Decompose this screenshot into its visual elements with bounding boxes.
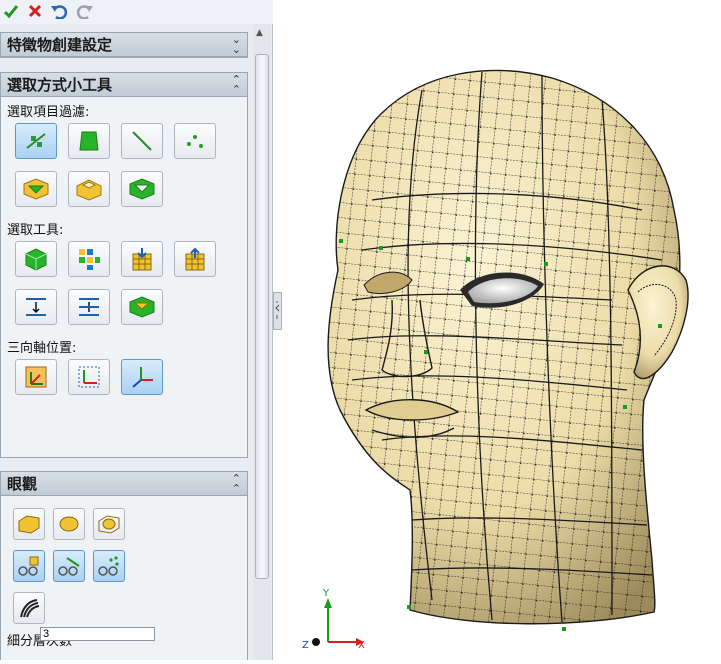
selection-tools-section: 選取方式小工具 ⌃ ⌃ 選取項目過濾: 選取工具: 三向軸位置: (0, 72, 248, 458)
selection-tools-title: 選取方式小工具 (7, 76, 113, 94)
shrink-select-icon (79, 298, 99, 316)
filter-edge-button[interactable] (121, 123, 163, 159)
filter-edge-icon (132, 131, 152, 151)
triad-local-icon (78, 366, 100, 388)
triad-normal-button[interactable] (121, 359, 163, 395)
scroll-up-arrow-icon[interactable]: ▲ (256, 28, 263, 38)
loop-up-icon (185, 247, 205, 271)
glasses-cage-icon (18, 556, 39, 576)
triad-z-label: Z (302, 640, 309, 651)
graphics-viewport[interactable]: Y X Z (282, 0, 721, 660)
box-mode-icon (18, 515, 40, 534)
display-header[interactable]: 眼觀 ⌃ ⌃ (1, 472, 247, 496)
filter-face-icon (79, 131, 99, 151)
view-points-button[interactable] (93, 550, 125, 582)
display-box-button[interactable] (13, 508, 45, 540)
feature-settings-section: 特徵物創建設定 ⌄ ⌄ (0, 32, 248, 58)
glasses-edges-icon (58, 557, 80, 576)
display-both-button[interactable] (93, 508, 125, 540)
panel-toolbar (0, 0, 273, 24)
zebra-stripes-button[interactable] (13, 592, 45, 624)
ring-select-icon (26, 298, 46, 316)
selection-tools-label: 選取工具: (7, 223, 64, 238)
body-face-icon (129, 178, 155, 200)
triad-normal-icon (132, 367, 153, 388)
filter-body-top-button[interactable] (68, 171, 110, 207)
filter-vertex-icon (26, 133, 46, 149)
select-cube-button[interactable] (15, 241, 57, 277)
smooth-mode-icon (59, 516, 79, 532)
select-ring-button[interactable] (15, 289, 57, 325)
reference-triad: Y X Z (302, 588, 365, 651)
redo-button[interactable] (76, 2, 94, 20)
triad-global-icon (25, 366, 47, 388)
select-loop-up-button[interactable] (174, 241, 216, 277)
triad-y-label: Y (322, 588, 330, 599)
cube-select-icon (25, 248, 47, 271)
view-edges-button[interactable] (53, 550, 85, 582)
select-body-button[interactable] (121, 289, 163, 325)
triad-local-button[interactable] (68, 359, 110, 395)
redo-icon (76, 5, 93, 19)
undo-button[interactable] (50, 2, 68, 20)
collapse-arrow-icon (275, 301, 280, 319)
triad-global-button[interactable] (15, 359, 57, 395)
triad-x-label: X (358, 640, 365, 651)
glasses-points-icon (98, 556, 119, 576)
filter-points-icon (187, 135, 203, 148)
both-mode-icon (98, 515, 120, 534)
head-model-mesh[interactable] (282, 0, 721, 660)
body-top-icon (76, 179, 102, 201)
selection-filter-label: 選取項目過濾: (7, 105, 90, 120)
zebra-stripes-icon (20, 599, 40, 618)
panel-content: 特徵物創建設定 ⌄ ⌄ 選取方式小工具 ⌃ ⌃ 選取項目過濾: 選取工具: 三向… (0, 24, 252, 660)
collapse-chevron-icon[interactable]: ⌃ ⌃ (232, 473, 241, 494)
selection-tools-header[interactable]: 選取方式小工具 ⌃ ⌃ (1, 73, 247, 97)
cross-icon (28, 4, 42, 18)
expand-chevron-icon[interactable]: ⌄ ⌄ (232, 34, 241, 55)
filter-body-button[interactable] (15, 171, 57, 207)
feature-settings-title: 特徵物創建設定 (7, 36, 113, 54)
view-cage-button[interactable] (13, 550, 45, 582)
select-shrink-button[interactable] (68, 289, 110, 325)
panel-scrollbar[interactable]: ▲ (253, 24, 271, 660)
display-smooth-button[interactable] (53, 508, 85, 540)
body-front-icon (23, 178, 49, 200)
filter-points-button[interactable] (174, 123, 216, 159)
select-loop-down-button[interactable] (121, 241, 163, 277)
grow-selection-icon (79, 249, 100, 270)
ok-button[interactable] (2, 2, 20, 20)
scrollbar-thumb[interactable] (255, 54, 269, 579)
display-title: 眼觀 (7, 475, 38, 493)
subdivision-level-input[interactable] (40, 627, 155, 641)
select-grow-button[interactable] (68, 241, 110, 277)
property-manager-panel: 特徵物創建設定 ⌄ ⌄ 選取方式小工具 ⌃ ⌃ 選取項目過濾: 選取工具: 三向… (0, 0, 273, 660)
cancel-button[interactable] (26, 2, 44, 20)
body-select-icon (129, 296, 155, 318)
collapse-chevron-icon[interactable]: ⌃ ⌃ (232, 74, 241, 95)
feature-settings-header[interactable]: 特徵物創建設定 ⌄ ⌄ (1, 33, 247, 57)
triad-position-label: 三向軸位置: (7, 341, 77, 356)
panel-splitter-handle[interactable] (273, 292, 282, 330)
filter-vertex-button[interactable] (15, 123, 57, 159)
filter-body-face-button[interactable] (121, 171, 163, 207)
checkmark-icon (3, 5, 19, 19)
loop-down-icon (132, 248, 152, 271)
undo-icon (51, 5, 68, 19)
filter-face-button[interactable] (68, 123, 110, 159)
